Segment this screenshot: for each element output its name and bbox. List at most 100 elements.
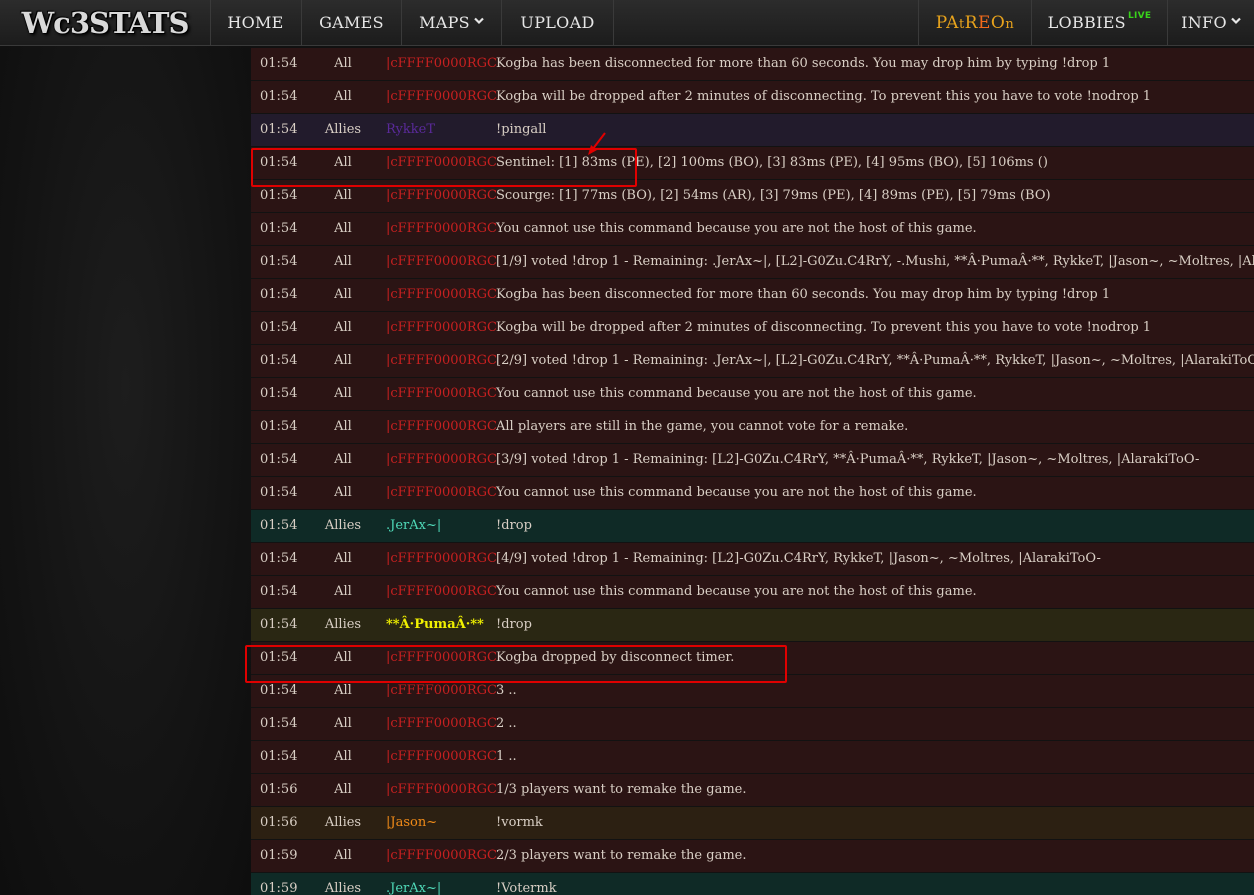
chat-player[interactable]: |cFFFF0000RGC [386, 774, 497, 806]
chat-channel: Allies [324, 122, 362, 137]
chat-time: 01:59 [260, 881, 298, 895]
chat-time: 01:54 [260, 584, 298, 599]
chat-time: 01:54 [260, 122, 298, 137]
chat-channel: All [334, 782, 352, 797]
chat-player[interactable]: |cFFFF0000RGC [386, 81, 497, 113]
chat-message: 1/3 players want to remake the game. [496, 782, 747, 797]
chat-player[interactable]: |cFFFF0000RGC [386, 48, 497, 80]
chat-player[interactable]: RykkeT [386, 114, 435, 146]
live-badge: LIVE [1127, 10, 1152, 21]
chat-channel: Allies [324, 518, 362, 533]
nav-info[interactable]: INFO [1168, 0, 1254, 45]
chat-player[interactable]: |cFFFF0000RGC [386, 840, 497, 872]
chat-message: [4/9] voted !drop 1 - Remaining: [L2]-G0… [496, 551, 1101, 566]
chat-player[interactable]: |cFFFF0000RGC [386, 378, 497, 410]
nav-upload[interactable]: UPLOAD [502, 0, 614, 45]
chat-message: !pingall [496, 122, 547, 137]
chat-time: 01:54 [260, 320, 298, 335]
patreon-letter: A [946, 12, 959, 33]
nav-patreon[interactable]: PAtREOn [918, 0, 1032, 45]
logo-text[interactable]: Wc3STATS [22, 6, 190, 40]
highlight-box-sentinel-ping [251, 148, 637, 187]
chat-player[interactable]: .JerAx~| [386, 873, 441, 895]
nav-lobbies-label: LOBBIES [1047, 13, 1126, 32]
chat-message: Kogba will be dropped after 2 minutes of… [496, 320, 1152, 335]
chat-channel: Allies [324, 881, 362, 895]
chat-player[interactable]: |cFFFF0000RGC [386, 345, 497, 377]
nav-games-label: GAMES [319, 13, 384, 32]
chat-row: 01:54 All |cFFFF0000RGC Kogba will be dropp… [251, 312, 1254, 345]
arrow-icon [588, 132, 606, 155]
chat-message: You cannot use this command because you … [496, 485, 977, 500]
patreon-letter: P [935, 12, 947, 33]
chat-message: 1 .. [496, 749, 517, 764]
chat-time: 01:54 [260, 749, 298, 764]
chat-row: 01:54 All |cFFFF0000RGC Kogba has been disc… [251, 48, 1254, 81]
chat-message: !drop [496, 518, 532, 533]
nav-games[interactable]: GAMES [302, 0, 402, 45]
chat-player[interactable]: |Jason~ [386, 807, 437, 839]
site-logo[interactable]: Wc3STATS [0, 0, 211, 45]
chat-channel: All [334, 716, 352, 731]
chat-time: 01:54 [260, 551, 298, 566]
chat-time: 01:54 [260, 485, 298, 500]
chat-channel: All [334, 89, 352, 104]
chat-time: 01:54 [260, 56, 298, 71]
chat-channel: All [334, 320, 352, 335]
chat-channel: All [334, 221, 352, 236]
chat-time: 01:54 [260, 254, 298, 269]
chat-row: 01:54 Allies RykkeT !pingall [251, 114, 1254, 147]
chat-player[interactable]: .JerAx~| [386, 510, 441, 542]
nav-info-label: INFO [1181, 13, 1227, 32]
chat-channel: All [334, 848, 352, 863]
chat-player[interactable]: |cFFFF0000RGC [386, 444, 497, 476]
chat-row: 01:54 All |cFFFF0000RGC You cannot use this… [251, 576, 1254, 609]
chat-player[interactable]: |cFFFF0000RGC [386, 576, 497, 608]
chat-message: [2/9] voted !drop 1 - Remaining: .JerAx~… [496, 353, 1254, 368]
chat-time: 01:56 [260, 782, 298, 797]
chat-player[interactable]: |cFFFF0000RGC [386, 543, 497, 575]
chat-time: 01:54 [260, 716, 298, 731]
chat-player[interactable]: **Â·PumaÂ·** [386, 609, 484, 641]
chevron-down-icon [474, 15, 484, 28]
chat-channel: All [334, 353, 352, 368]
chat-row: 01:54 Allies .JerAx~| !drop [251, 510, 1254, 543]
chat-row: 01:54 All |cFFFF0000RGC You cannot use this… [251, 213, 1254, 246]
nav-maps[interactable]: MAPS [402, 0, 502, 45]
chat-player[interactable]: |cFFFF0000RGC [386, 279, 497, 311]
chat-player[interactable]: |cFFFF0000RGC [386, 411, 497, 443]
chat-row: 01:54 All |cFFFF0000RGC You cannot use this… [251, 378, 1254, 411]
nav-lobbies[interactable]: LOBBIES LIVE [1032, 0, 1168, 45]
chat-row: 01:54 All |cFFFF0000RGC You cannot use this… [251, 477, 1254, 510]
chevron-down-icon [1231, 15, 1241, 28]
chat-row: 01:54 All |cFFFF0000RGC [3/9] voted !drop 1… [251, 444, 1254, 477]
chat-channel: All [334, 485, 352, 500]
chat-channel: All [334, 254, 352, 269]
chat-player[interactable]: |cFFFF0000RGC [386, 477, 497, 509]
chat-row: 01:59 All |cFFFF0000RGC 2/3 players want to… [251, 840, 1254, 873]
chat-message: Kogba has been disconnected for more tha… [496, 56, 1111, 71]
chat-channel: All [334, 56, 352, 71]
chat-player[interactable]: |cFFFF0000RGC [386, 213, 497, 245]
chat-player[interactable]: |cFFFF0000RGC [386, 312, 497, 344]
nav-home[interactable]: HOME [210, 0, 302, 45]
highlight-box-kogba-dropped [245, 645, 787, 683]
chat-message: All players are still in the game, you c… [496, 419, 909, 434]
chat-time: 01:54 [260, 287, 298, 302]
chat-time: 01:54 [260, 386, 298, 401]
chat-channel: Allies [324, 617, 362, 632]
chat-player[interactable]: |cFFFF0000RGC [386, 741, 497, 773]
chat-row: 01:54 All |cFFFF0000RGC All players are sti… [251, 411, 1254, 444]
chat-row: 01:54 All |cFFFF0000RGC [2/9] voted !drop 1… [251, 345, 1254, 378]
chat-player[interactable]: |cFFFF0000RGC [386, 246, 497, 278]
chat-channel: All [334, 749, 352, 764]
chat-time: 01:54 [260, 452, 298, 467]
chat-row: 01:59 Allies .JerAx~| !Votermk [251, 873, 1254, 895]
chat-message: You cannot use this command because you … [496, 584, 977, 599]
chat-player[interactable]: |cFFFF0000RGC [386, 708, 497, 740]
chat-message: !drop [496, 617, 532, 632]
chat-channel: All [334, 452, 352, 467]
nav-upload-label: UPLOAD [520, 13, 595, 32]
left-sidebar [0, 46, 251, 895]
chat-row: 01:54 All |cFFFF0000RGC 2 .. [251, 708, 1254, 741]
